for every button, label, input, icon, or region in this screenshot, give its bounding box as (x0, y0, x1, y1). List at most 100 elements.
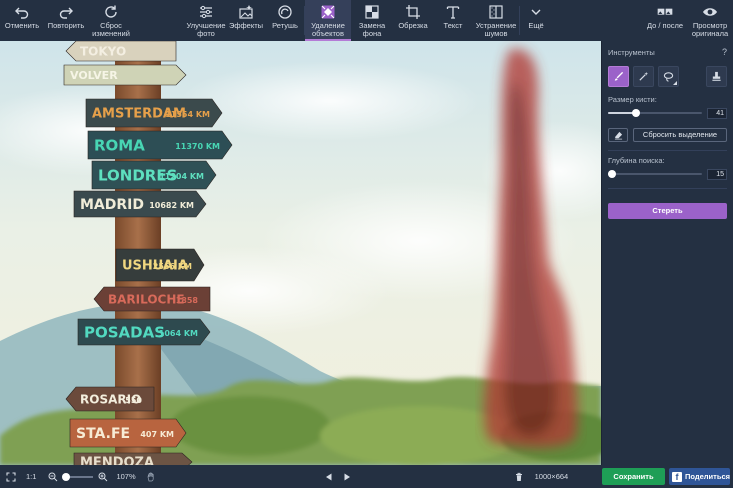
next-image-button[interactable] (340, 470, 354, 484)
brush-size-slider[interactable] (608, 107, 702, 119)
reset-changes-label: Сброс изменений (92, 21, 130, 38)
sign-distance: 11204 KM (159, 172, 204, 181)
redo-button[interactable]: Повторить (44, 0, 88, 41)
reset-changes-button[interactable]: Сброс изменений (88, 0, 134, 41)
zoom-slider[interactable] (62, 472, 94, 482)
erase-button[interactable]: Стереть (608, 203, 727, 219)
sign-text: TOKYO (80, 44, 126, 58)
facebook-icon: f (672, 471, 682, 482)
redo-label: Повторить (47, 21, 85, 30)
tools-row (608, 65, 727, 87)
stamp-tool-button[interactable] (706, 65, 727, 87)
eraser-icon (614, 131, 622, 139)
undo-icon (15, 7, 29, 19)
brush-size-thumb[interactable] (632, 109, 641, 117)
retouch-icon (278, 5, 292, 19)
reset-selection-button[interactable]: Сбросить выделение (633, 128, 727, 142)
image-canvas[interactable]: TOKYO VOLVER AMSTERDAM 11554 KM ROMA 11370 KM… (0, 41, 601, 465)
effects-button[interactable]: Эффекты (226, 0, 266, 41)
magic-wand-tool-button[interactable] (633, 65, 654, 87)
triangle-left-icon (325, 473, 332, 480)
sign-text: POSADAS (84, 323, 165, 341)
sign: MENDOZA (73, 452, 193, 465)
panel-divider (608, 188, 727, 189)
sign: MADRID 10682 KM (73, 190, 207, 218)
enhance-photo-button[interactable]: Улучшение фото (186, 0, 226, 41)
search-depth-thumb[interactable] (607, 170, 616, 178)
text-button[interactable]: Текст (433, 0, 473, 41)
fit-screen-button[interactable] (4, 470, 18, 484)
previous-image-button[interactable] (322, 470, 336, 484)
sign: ROMA 11370 KM (87, 130, 233, 160)
save-button[interactable]: Сохранить (602, 468, 665, 485)
delete-button[interactable] (512, 470, 526, 484)
view-original-button[interactable]: Просмотр оригинала (687, 0, 733, 41)
image-dimensions: 1000×664 (534, 472, 569, 481)
remove-objects-button[interactable]: Удаление объектов (305, 0, 351, 41)
eye-icon (703, 8, 717, 16)
remove-objects-label: Удаление объектов (311, 21, 345, 38)
zoom-out-button[interactable] (46, 470, 60, 484)
before-after-label: До / после (646, 21, 684, 30)
sign-distance: 2566 KM (153, 262, 192, 271)
sign-text: STA.FE (76, 426, 130, 442)
search-depth-value[interactable]: 15 (707, 168, 727, 180)
brush-size-value[interactable]: 41 (707, 107, 727, 119)
undo-button[interactable]: Отменить (0, 0, 44, 41)
share-button[interactable]: f Поделиться (669, 468, 730, 485)
enhance-photo-label: Улучшение фото (186, 21, 226, 38)
chevron-down-icon (531, 9, 541, 15)
actual-size-button[interactable]: 1:1 (26, 472, 36, 481)
brush-size-row: 41 (608, 107, 727, 119)
search-depth-track (608, 173, 702, 175)
before-after-icon (657, 8, 673, 15)
fullscreen-icon (6, 471, 16, 482)
sign: POSADAS1064 KM (77, 318, 211, 346)
sign-distance: 1858 (176, 296, 199, 305)
sign: STA.FE 407 KM (69, 418, 187, 448)
panel-divider (608, 150, 727, 151)
photo: TOKYO VOLVER AMSTERDAM11554 KM ROMA 11370 KM… (0, 41, 601, 465)
sign-distance: 1064 KM (159, 329, 198, 338)
retouch-button[interactable]: Ретушь (266, 0, 304, 41)
sign: USHUAIA2566 KM (115, 248, 205, 282)
sign-text: BARILOCHE (108, 292, 185, 306)
magic-wand-icon (639, 71, 649, 81)
before-after-button[interactable]: До / после (643, 0, 687, 41)
photo-editor-window: Отменить Повторить Сброс изменений Улучш… (0, 0, 733, 488)
more-options-corner (673, 80, 677, 85)
zoom-in-button[interactable] (96, 470, 110, 484)
tools-panel: Инструменты ? Размер кисти: 41 Сбросить … (601, 41, 733, 465)
replace-background-label: Замена фона (358, 21, 386, 38)
sign-text: VOLVER (70, 69, 118, 82)
crop-button[interactable]: Обрезка (393, 0, 433, 41)
replace-background-button[interactable]: Замена фона (351, 0, 393, 41)
brush-tool-button[interactable] (608, 65, 629, 87)
redo-icon (59, 7, 73, 19)
sign-distance: 10682 KM (149, 201, 194, 210)
eraser-mode-button[interactable] (608, 128, 628, 142)
denoise-button[interactable]: Устранение шумов (473, 0, 519, 41)
sign: LONDRES11204 KM (91, 160, 217, 190)
crop-label: Обрезка (398, 21, 428, 30)
zoom-thumb[interactable] (62, 472, 71, 481)
trash-icon (515, 472, 522, 481)
lasso-tool-button[interactable] (658, 65, 679, 87)
more-button[interactable]: Ещё (520, 0, 552, 41)
crop-icon (406, 5, 420, 19)
hand-icon (147, 472, 154, 481)
brush-icon (614, 71, 624, 81)
share-label: Поделиться (684, 472, 730, 481)
stamp-icon (712, 71, 721, 81)
help-button[interactable]: ? (722, 47, 727, 57)
search-depth-slider[interactable] (607, 168, 702, 180)
zoom-out-icon (48, 472, 58, 481)
reset-selection-row: Сбросить выделение (608, 128, 727, 142)
search-depth-label: Глубина поиска: (608, 156, 665, 165)
hand-tool-button[interactable] (144, 470, 158, 484)
status-bar: 1:1 107% 1000×664 Сохранить f Поделиться (0, 465, 733, 488)
denoise-label: Устранение шумов (475, 21, 517, 38)
remove-object-icon (321, 5, 335, 19)
view-original-label: Просмотр оригинала (691, 21, 729, 38)
sign-distance: 11554 KM (165, 110, 210, 119)
